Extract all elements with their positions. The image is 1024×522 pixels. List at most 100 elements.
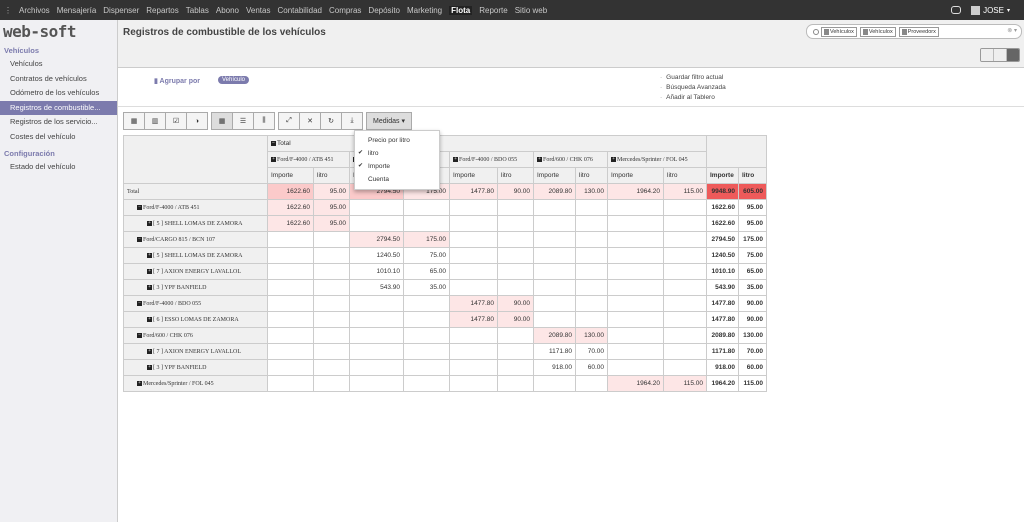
measure-header[interactable]: litro [738, 167, 767, 184]
search-facet[interactable]: Proveedor x [898, 26, 939, 37]
pivot-cell[interactable] [349, 311, 404, 328]
pivot-view-icon[interactable] [1007, 49, 1019, 61]
pivot-cell[interactable] [449, 247, 498, 264]
pivot-cell[interactable] [403, 359, 450, 376]
measure-header[interactable]: Importe [607, 167, 664, 184]
facet-remove-icon[interactable]: x [933, 28, 936, 36]
pivot-cell[interactable] [663, 311, 707, 328]
menu-item-abono[interactable]: Abono [216, 6, 239, 15]
row-header[interactable]: − Ford/600 / CHK 076 [123, 327, 268, 344]
measure-header[interactable]: litro [313, 167, 350, 184]
expand-icon[interactable]: + [137, 380, 142, 386]
pivot-total-cell[interactable]: 1477.80 [706, 311, 739, 328]
pivot-total-cell[interactable]: 35.00 [738, 279, 767, 296]
pivot-cell[interactable]: 1477.80 [449, 311, 498, 328]
pivot-cell[interactable]: 1477.80 [449, 295, 498, 312]
pivot-cell[interactable]: 65.00 [403, 263, 450, 280]
menu-item-tablas[interactable]: Tablas [186, 6, 209, 15]
pivot-cell[interactable] [267, 359, 314, 376]
sidebar-item[interactable]: Estado del vehículo [0, 160, 117, 175]
pivot-cell[interactable]: 130.00 [575, 183, 608, 200]
pivot-cell[interactable]: 175.00 [403, 231, 450, 248]
pivot-cell[interactable] [449, 327, 498, 344]
pivot-total-cell[interactable]: 9948.90 [706, 183, 739, 200]
menu-item-ventas[interactable]: Ventas [246, 6, 270, 15]
row-header[interactable]: − Ford/CARGO 815 / BCN 107 [123, 231, 268, 248]
pivot-cell[interactable] [663, 263, 707, 280]
sidebar-item[interactable]: Contratos de vehículos [0, 72, 117, 87]
pivot-cell[interactable] [313, 359, 350, 376]
pivot-cell[interactable] [497, 359, 534, 376]
download-icon[interactable]: ⤓ [341, 112, 363, 130]
pivot-cell[interactable] [313, 279, 350, 296]
pivot-total-cell[interactable]: 2089.80 [706, 327, 739, 344]
pivot-cell[interactable] [349, 327, 404, 344]
menu-item-contabilidad[interactable]: Contabilidad [277, 6, 321, 15]
pivot-cell[interactable] [449, 375, 498, 392]
pivot-cell[interactable]: 95.00 [313, 199, 350, 216]
row-header[interactable]: − Ford/F-4000 / BDO 055 [123, 295, 268, 312]
pivot-cell[interactable] [575, 375, 608, 392]
pivot-cell[interactable] [313, 247, 350, 264]
pivot-cell[interactable]: 75.00 [403, 247, 450, 264]
reload-icon[interactable]: ↻ [320, 112, 342, 130]
pivot-cell[interactable] [313, 327, 350, 344]
expand-icon[interactable]: + [147, 364, 152, 370]
pivot-cell[interactable] [663, 359, 707, 376]
pivot-cell[interactable]: 2089.80 [533, 327, 576, 344]
expand-icon[interactable]: + [147, 348, 152, 354]
search-input[interactable]: Vehículo x Vehículo x Proveedor x ⊗ ▾ [806, 24, 1022, 39]
pivot-cell[interactable] [349, 295, 404, 312]
pivot-cell[interactable] [663, 199, 707, 216]
measure-header[interactable]: litro [575, 167, 608, 184]
expand-icon[interactable]: + [147, 268, 152, 274]
pivot-cell[interactable] [267, 231, 314, 248]
pivot-cell[interactable] [313, 263, 350, 280]
pivot-cell[interactable] [267, 295, 314, 312]
filter-option[interactable]: Guardar filtro actual [660, 73, 726, 83]
pivot-cell[interactable] [533, 199, 576, 216]
menu-item-dep-sito[interactable]: Depósito [368, 6, 400, 15]
table-icon[interactable]: ▦ [123, 112, 145, 130]
pivot-cell[interactable] [607, 359, 664, 376]
list-view-icon[interactable] [981, 49, 994, 61]
pivot-cell[interactable] [533, 279, 576, 296]
pivot-cell[interactable] [349, 375, 404, 392]
pivot-cell[interactable] [497, 263, 534, 280]
pivot-total-cell[interactable]: 95.00 [738, 199, 767, 216]
flip-axis-icon[interactable]: ✕ [299, 112, 321, 130]
col-header-total[interactable]: − Total [267, 135, 707, 152]
pivot-total-cell[interactable]: 90.00 [738, 295, 767, 312]
list-icon[interactable]: ☰ [232, 112, 254, 130]
pivot-cell[interactable] [533, 375, 576, 392]
pivot-cell[interactable] [575, 263, 608, 280]
pivot-cell[interactable] [313, 295, 350, 312]
pivot-cell[interactable] [267, 327, 314, 344]
pivot-total-cell[interactable]: 90.00 [738, 311, 767, 328]
pivot-cell[interactable] [313, 231, 350, 248]
pivot-cell[interactable] [497, 247, 534, 264]
pivot-cell[interactable] [575, 279, 608, 296]
pivot-cell[interactable]: 90.00 [497, 311, 534, 328]
measure-header[interactable]: litro [497, 167, 534, 184]
pivot-cell[interactable] [449, 215, 498, 232]
pivot-cell[interactable] [497, 215, 534, 232]
pivot-total-cell[interactable]: 1240.50 [706, 247, 739, 264]
row-header[interactable]: +[ 3 ] YPF BANFIELD [123, 279, 268, 296]
pivot-cell[interactable] [663, 247, 707, 264]
pivot-total-cell[interactable]: 175.00 [738, 231, 767, 248]
pivot-cell[interactable] [607, 263, 664, 280]
collapse-icon[interactable]: − [137, 332, 142, 338]
bar-chart-icon[interactable]: ▥ [144, 112, 166, 130]
pivot-cell[interactable]: 1171.80 [533, 343, 576, 360]
row-header[interactable]: +[ 7 ] AXION ENERGY LAVALLOL [123, 343, 268, 360]
pivot-cell[interactable] [267, 343, 314, 360]
pivot-cell[interactable]: 1622.60 [267, 199, 314, 216]
menu-item-sitio-web[interactable]: Sitio web [515, 6, 547, 15]
pivot-cell[interactable] [607, 311, 664, 328]
facet-remove-icon[interactable]: x [851, 28, 854, 36]
pivot-total-cell[interactable]: 1622.60 [706, 199, 739, 216]
pivot-total-cell[interactable]: 60.00 [738, 359, 767, 376]
expand-icon[interactable]: + [453, 156, 458, 162]
pivot-cell[interactable] [533, 231, 576, 248]
